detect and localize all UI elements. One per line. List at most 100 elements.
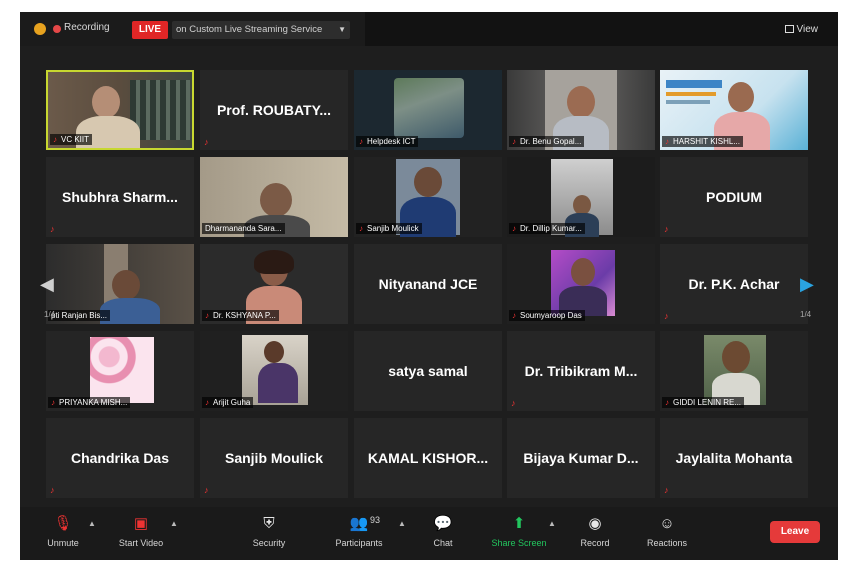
participant-label: ♪ Arijit Guha xyxy=(202,397,254,408)
video-tile-shubhra[interactable]: Shubhra Sharm... ♪ xyxy=(46,157,194,237)
video-tile-roubaty[interactable]: Prof. ROUBATY... ♪ xyxy=(200,70,348,150)
video-tile-harshit[interactable]: ♪ HARSHIT KISHL... xyxy=(660,70,808,150)
right-page-indicator: 1/4 xyxy=(800,310,812,319)
muted-mic-icon: ♪ xyxy=(664,224,669,234)
participant-label: ♪ Dr. Dillip Kumar... xyxy=(509,223,585,234)
muted-mic-icon: ♪ xyxy=(664,485,669,495)
participant-body xyxy=(258,363,298,403)
conference-banner-text xyxy=(666,92,716,96)
participants-count: 93 xyxy=(370,515,381,525)
participant-name: Dr. P.K. Achar xyxy=(688,276,780,292)
conference-banner-text xyxy=(666,100,710,104)
muted-mic-icon: ♪ xyxy=(204,485,209,495)
participants-icon: 👥 xyxy=(349,515,369,532)
muted-mic-icon: ♪ xyxy=(512,311,516,320)
video-tile-kshyana[interactable]: ♪ Dr. KSHYANA P... xyxy=(200,244,348,324)
muted-mic-icon: ♪ xyxy=(512,137,516,146)
video-tile-bijaya[interactable]: Bijaya Kumar D... xyxy=(507,418,655,498)
reactions-label: Reactions xyxy=(646,538,688,548)
video-tile-kamal[interactable]: KAMAL KISHOR... xyxy=(354,418,502,498)
video-tile-chandrika[interactable]: Chandrika Das ♪ xyxy=(46,418,194,498)
video-tile-sanjib-video[interactable]: ♪ Sanjib Moulick xyxy=(354,157,502,237)
reactions-button[interactable]: ☺ Reactions xyxy=(632,515,702,548)
muted-mic-icon: ♪ xyxy=(204,137,209,147)
video-tile-jaylalita[interactable]: Jaylalita Mohanta ♪ xyxy=(660,418,808,498)
participant-label: ♪ Sanjib Moulick xyxy=(356,223,422,234)
participant-head xyxy=(260,183,292,217)
chat-button[interactable]: 💬 Chat xyxy=(408,515,478,548)
chevron-up-icon[interactable]: ▲ xyxy=(398,519,406,528)
participant-name: Jaylalita Mohanta xyxy=(675,450,793,466)
start-video-label: Start Video xyxy=(118,538,164,548)
participants-button[interactable]: 👥 Participants xyxy=(324,515,394,548)
participant-name: Shubhra Sharm... xyxy=(62,189,178,205)
muted-mic-icon: ♪ xyxy=(205,311,209,320)
security-button[interactable]: ⛨ Security xyxy=(234,515,304,548)
view-button[interactable]: View xyxy=(784,24,818,35)
recording-label: Recording xyxy=(64,22,110,33)
video-tile-satya[interactable]: satya samal xyxy=(354,331,502,411)
participant-head xyxy=(722,341,750,373)
recording-dot-icon xyxy=(53,25,61,33)
video-tile-soumyaroop[interactable]: ♪ Soumyaroop Das xyxy=(507,244,655,324)
floral-avatar-image xyxy=(90,337,154,403)
participant-label: pti Ranjan Bis... xyxy=(48,310,111,321)
participant-head xyxy=(573,195,591,215)
muted-mic-icon: ♪ xyxy=(205,398,209,407)
participant-label: ♪ Soumyaroop Das xyxy=(509,310,585,321)
security-shield-icon[interactable] xyxy=(34,23,46,35)
video-tile-dillip[interactable]: ♪ Dr. Dillip Kumar... xyxy=(507,157,655,237)
video-tile-dharmananda[interactable]: Dharmananda Sara... xyxy=(200,157,348,237)
video-tile-vc-kiit[interactable]: ♪ VC KIIT xyxy=(46,70,194,150)
video-tile-ranjan[interactable]: pti Ranjan Bis... xyxy=(46,244,194,324)
record-button[interactable]: ◉ Record xyxy=(560,515,630,548)
participant-name: Prof. ROUBATY... xyxy=(216,102,332,118)
campus-aerial-image xyxy=(394,78,464,138)
chat-bubble-icon: 💬 xyxy=(433,515,453,532)
next-page-arrow-icon[interactable]: ▶ xyxy=(800,274,814,295)
participant-label: Dharmananda Sara... xyxy=(202,223,285,234)
chevron-up-icon[interactable]: ▲ xyxy=(170,519,178,528)
shield-icon: ⛨ xyxy=(263,515,275,532)
participant-name: Nityanand JCE xyxy=(378,276,478,292)
participant-name: satya samal xyxy=(388,363,468,379)
video-off-icon: ▣ xyxy=(133,515,149,532)
zoom-meeting-window: Recording LIVE on Custom Live Streaming … xyxy=(20,12,838,560)
chevron-up-icon[interactable]: ▲ xyxy=(88,519,96,528)
live-stream-dropdown[interactable]: on Custom Live Streaming Service ▼ xyxy=(172,21,350,39)
meeting-controls-toolbar: 🎙 Unmute ▲ ▣ Start Video ▲ ⛨ Security 👥 … xyxy=(20,507,838,560)
video-tile-nityanand[interactable]: Nityanand JCE xyxy=(354,244,502,324)
video-tile-priyanka[interactable]: ♪ PRIYANKA MISH... xyxy=(46,331,194,411)
video-tile-benu[interactable]: ♪ Dr. Benu Gopal... xyxy=(507,70,655,150)
participant-label: ♪ HARSHIT KISHL... xyxy=(662,136,743,147)
unmute-label: Unmute xyxy=(47,538,79,548)
participant-head xyxy=(728,82,754,112)
muted-mic-icon: ♪ xyxy=(665,398,669,407)
video-tile-sanjib-moulick[interactable]: Sanjib Moulick ♪ xyxy=(200,418,348,498)
start-video-button[interactable]: ▣ Start Video xyxy=(106,515,176,548)
left-page-indicator: 1/4 xyxy=(44,310,56,319)
video-tile-pk-acharya[interactable]: Dr. P.K. Achar ♪ xyxy=(660,244,808,324)
video-tile-helpdesk[interactable]: ♪ Helpdesk ICT xyxy=(354,70,502,150)
previous-page-arrow-icon[interactable]: ◀ xyxy=(40,274,54,295)
video-tile-arijit[interactable]: ♪ Arijit Guha xyxy=(200,331,348,411)
leave-button[interactable]: Leave xyxy=(770,521,820,543)
muted-mic-icon: ♪ xyxy=(51,398,55,407)
share-screen-button[interactable]: ⬆ Share Screen xyxy=(484,515,554,548)
participant-label: ♪ PRIYANKA MISH... xyxy=(48,397,131,408)
share-screen-label: Share Screen xyxy=(491,538,547,548)
video-tile-tribikram[interactable]: Dr. Tribikram M... ♪ xyxy=(507,331,655,411)
participant-name: Chandrika Das xyxy=(70,450,170,466)
video-tile-giddi[interactable]: ♪ GIDDI LENIN RE... xyxy=(660,331,808,411)
muted-mic-icon: ♪ xyxy=(50,485,55,495)
muted-mic-icon: ♪ xyxy=(359,224,363,233)
participant-head xyxy=(92,86,120,118)
security-label: Security xyxy=(252,538,286,548)
live-badge: LIVE xyxy=(132,21,168,39)
muted-mic-icon: ♪ xyxy=(511,398,516,408)
video-tile-podium[interactable]: PODIUM ♪ xyxy=(660,157,808,237)
muted-mic-icon: ♪ xyxy=(512,224,516,233)
chevron-up-icon[interactable]: ▲ xyxy=(548,519,556,528)
participant-name: KAMAL KISHOR... xyxy=(367,450,489,466)
participant-head xyxy=(567,86,595,118)
